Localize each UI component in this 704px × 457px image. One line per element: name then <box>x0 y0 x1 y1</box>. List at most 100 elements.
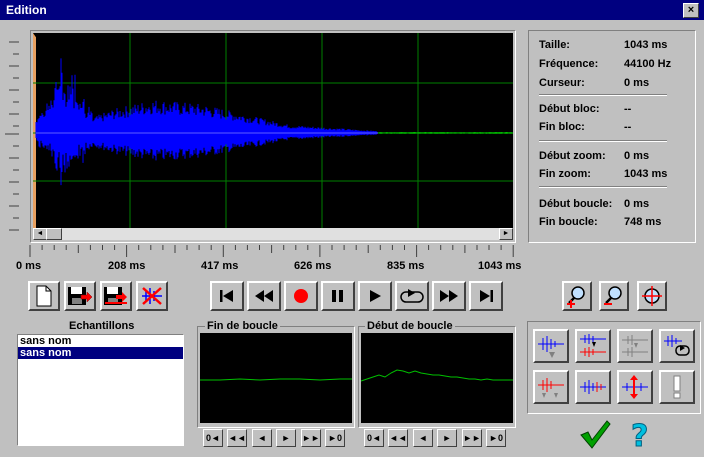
loop-end-back-button[interactable]: ◄ <box>252 429 272 447</box>
rewind-button[interactable] <box>247 281 281 311</box>
tick-0: 0 ms <box>16 260 42 272</box>
loop-end-first-button[interactable]: 0◄ <box>203 429 223 447</box>
fin-boucle-value: 748 ms <box>624 216 662 228</box>
tick-2: 417 ms <box>201 260 239 272</box>
fin-zoom-value: 1043 ms <box>624 168 668 180</box>
rewind-icon <box>255 290 273 302</box>
zoom-in-button[interactable] <box>562 281 592 311</box>
save-as-button[interactable] <box>100 281 132 311</box>
timeline-ruler <box>29 245 514 257</box>
zoom-out-icon <box>604 286 622 305</box>
silence-button[interactable] <box>533 370 569 404</box>
scroll-right-button[interactable]: ► <box>499 228 513 240</box>
cut-block-button[interactable] <box>533 329 569 363</box>
loop-start-forward-button[interactable]: ► <box>437 429 457 447</box>
debut-boucle-value: 0 ms <box>624 198 650 210</box>
info-separator-1 <box>539 94 667 96</box>
pause-button[interactable] <box>321 281 355 311</box>
exclamation-icon <box>673 375 681 399</box>
waveform-frame: ◄ ► <box>30 30 516 243</box>
loop-end-forward-button[interactable]: ► <box>276 429 296 447</box>
save-as-icon <box>104 287 127 305</box>
title-bar: Edition × <box>0 0 704 20</box>
go-start-button[interactable] <box>210 281 244 311</box>
zoom-target-button[interactable] <box>637 281 667 311</box>
new-file-button[interactable] <box>28 281 60 311</box>
debut-boucle-label: Début boucle: <box>539 198 613 210</box>
tick-4: 835 ms <box>387 260 425 272</box>
paste-block-button[interactable] <box>575 329 611 363</box>
loop-start-view[interactable] <box>361 333 513 423</box>
samples-list[interactable]: sans nom sans nom <box>17 334 184 446</box>
waveform-view[interactable] <box>33 33 513 228</box>
taille-label: Taille: <box>539 39 570 51</box>
sample-item-0[interactable]: sans nom <box>18 335 183 347</box>
fin-bloc-label: Fin bloc: <box>539 121 585 133</box>
go-end-button[interactable] <box>469 281 503 311</box>
loop-end-fast-back-button[interactable]: ◄◄ <box>227 429 247 447</box>
wave-normalize-icon <box>580 380 606 394</box>
play-icon <box>370 290 381 302</box>
tick-1: 208 ms <box>108 260 146 272</box>
svg-text:?: ? <box>631 419 648 450</box>
loop-play-icon <box>400 289 424 303</box>
ok-button[interactable] <box>578 418 612 450</box>
save-button[interactable] <box>64 281 96 311</box>
wave-insert-icon <box>580 334 606 357</box>
samples-title: Echantillons <box>69 320 135 332</box>
loop-start-last-button[interactable]: ►0 <box>486 429 506 447</box>
info-separator-2 <box>539 140 667 142</box>
play-button[interactable] <box>358 281 392 311</box>
skip-end-icon <box>480 290 493 302</box>
frequence-label: Fréquence: <box>539 58 599 70</box>
horizontal-scrollbar[interactable]: ◄ ► <box>33 228 513 240</box>
sample-item-1[interactable]: sans nom <box>18 347 183 359</box>
scroll-thumb[interactable] <box>46 228 62 240</box>
wave-loop-icon <box>664 335 690 356</box>
fin-zoom-label: Fin zoom: <box>539 168 591 180</box>
zoom-target-icon <box>642 286 662 306</box>
debut-bloc-label: Début bloc: <box>539 103 600 115</box>
loop-start-back-button[interactable]: ◄ <box>413 429 433 447</box>
fin-bloc-value: -- <box>624 121 632 133</box>
vertical-ruler <box>3 38 19 238</box>
taille-value: 1043 ms <box>624 39 668 51</box>
zoom-out-button[interactable] <box>599 281 629 311</box>
loop-play-button[interactable] <box>395 281 429 311</box>
loop-end-view[interactable] <box>200 333 352 423</box>
loop-start-fast-back-button[interactable]: ◄◄ <box>388 429 408 447</box>
loop-start-fast-forward-button[interactable]: ►► <box>462 429 482 447</box>
loop-start-first-button[interactable]: 0◄ <box>364 429 384 447</box>
loop-start-title: Début de boucle <box>365 320 455 332</box>
wave-arrow-down-icon <box>538 336 564 358</box>
loop-end-last-button[interactable]: ►0 <box>325 429 345 447</box>
help-question-icon: ? <box>631 419 649 455</box>
debut-zoom-label: Début zoom: <box>539 150 606 162</box>
normalize-button[interactable] <box>575 370 611 404</box>
delete-button[interactable] <box>136 281 168 311</box>
curseur-value: 0 ms <box>624 77 650 89</box>
fast-forward-button[interactable] <box>432 281 466 311</box>
help-button[interactable]: ? <box>628 418 656 455</box>
tick-5: 1043 ms <box>478 260 522 272</box>
wave-amplify-icon <box>622 375 648 399</box>
wave-silence-icon <box>538 378 564 398</box>
fast-forward-icon <box>440 290 458 302</box>
debut-zoom-value: 0 ms <box>624 150 650 162</box>
warning-button[interactable] <box>659 370 695 404</box>
copy-block-button[interactable] <box>617 329 653 363</box>
record-button[interactable] <box>284 281 318 311</box>
checkmark-icon <box>580 420 611 449</box>
delete-sample-icon <box>142 287 162 305</box>
zoom-in-icon <box>567 286 585 308</box>
scroll-left-button[interactable]: ◄ <box>33 228 47 240</box>
tick-3: 626 ms <box>294 260 332 272</box>
fin-boucle-label: Fin boucle: <box>539 216 598 228</box>
loop-end-title: Fin de boucle <box>205 320 280 332</box>
loop-block-button[interactable] <box>659 329 695 363</box>
close-button[interactable]: × <box>683 3 699 18</box>
amplify-button[interactable] <box>617 370 653 404</box>
loop-end-fast-forward-button[interactable]: ►► <box>301 429 321 447</box>
wave-copy-icon <box>622 335 648 357</box>
debut-bloc-value: -- <box>624 103 632 115</box>
